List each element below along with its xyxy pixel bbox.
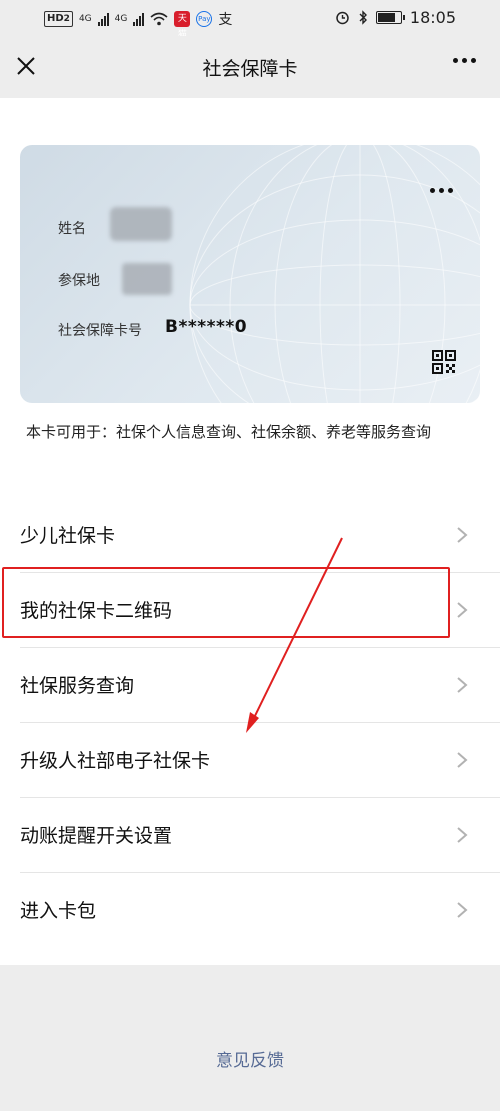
status-right: 18:05 <box>335 8 456 27</box>
social-security-card[interactable]: 姓名 参保地 社会保障卡号 B******0 <box>20 145 480 403</box>
hd-indicator: HD2 <box>44 11 73 27</box>
tmall-app-icon: 天猫 <box>174 11 191 40</box>
main-content: 姓名 参保地 社会保障卡号 B******0 本卡可用于：社保个人信息查询、社保… <box>0 98 500 965</box>
menu-item-label: 进入卡包 <box>20 900 97 922</box>
card-number-label: 社会保障卡号 <box>58 323 142 339</box>
battery-icon <box>375 11 405 24</box>
wifi-icon <box>150 12 168 26</box>
alarm-icon <box>336 11 349 25</box>
alipay-icon: 支 <box>218 12 233 28</box>
name-label: 姓名 <box>58 221 86 237</box>
chevron-right-icon <box>457 677 468 693</box>
network-type-1: 4G <box>78 14 92 24</box>
more-options-icon[interactable] <box>453 58 476 63</box>
status-left: HD2 4G 4G 天猫 Pay 支 <box>44 9 233 40</box>
card-more-icon[interactable] <box>430 188 453 193</box>
qr-code-icon[interactable] <box>432 350 456 374</box>
chevron-right-icon <box>457 827 468 843</box>
location-value-redacted <box>122 263 172 295</box>
name-value-redacted <box>110 207 172 241</box>
status-time: 18:05 <box>409 8 456 27</box>
menu-item-balance-alerts[interactable]: 动账提醒开关设置 <box>0 798 500 873</box>
chevron-right-icon <box>457 527 468 543</box>
chevron-right-icon <box>457 902 468 918</box>
menu-item-upgrade-card[interactable]: 升级人社部电子社保卡 <box>0 723 500 798</box>
menu-item-label: 社保服务查询 <box>20 675 135 697</box>
pay-icon: Pay <box>196 11 213 27</box>
signal-icon <box>97 12 109 26</box>
menu-item-label: 升级人社部电子社保卡 <box>20 750 211 772</box>
bluetooth-icon <box>359 10 367 25</box>
highlight-annotation-box <box>2 567 450 638</box>
location-label: 参保地 <box>58 273 100 289</box>
chevron-right-icon <box>457 752 468 768</box>
status-bar: HD2 4G 4G 天猫 Pay 支 18:05 <box>0 0 500 40</box>
menu-item-card-wallet[interactable]: 进入卡包 <box>0 873 500 948</box>
page-title: 社会保障卡 <box>202 58 298 80</box>
signal-icon-2 <box>133 12 145 26</box>
menu-item-children-card[interactable]: 少儿社保卡 <box>0 498 500 573</box>
menu-item-service-query[interactable]: 社保服务查询 <box>0 648 500 723</box>
nav-bar: 社会保障卡 <box>0 36 500 98</box>
card-number-value: B******0 <box>165 317 248 337</box>
network-type-2: 4G <box>114 14 128 24</box>
card-description: 本卡可用于：社保个人信息查询、社保余额、养老等服务查询 <box>26 423 432 441</box>
menu-item-label: 少儿社保卡 <box>20 525 116 547</box>
chevron-right-icon <box>457 602 468 618</box>
menu-list: 少儿社保卡 我的社保卡二维码 社保服务查询 升级人社部电子社保卡 动账提醒开关设… <box>0 498 500 948</box>
feedback-link[interactable]: 意见反馈 <box>0 1046 500 1071</box>
menu-item-label: 动账提醒开关设置 <box>20 825 173 847</box>
